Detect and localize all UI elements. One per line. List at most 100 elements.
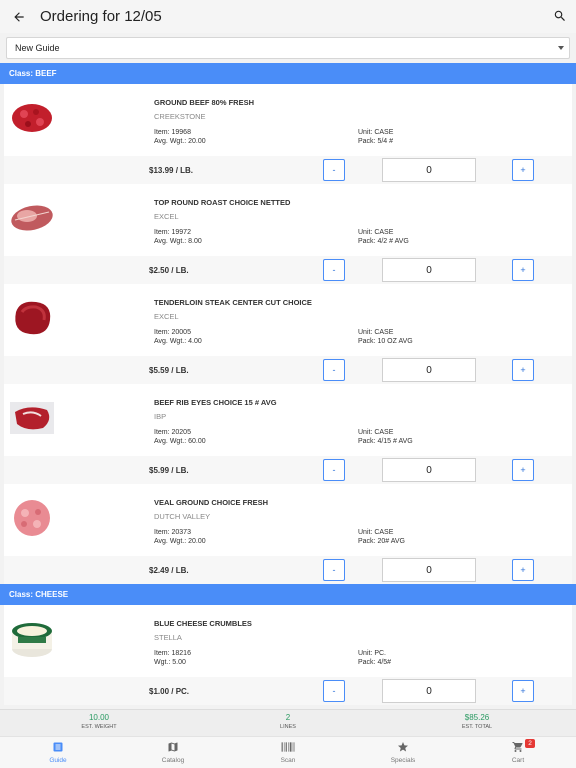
product-card: BEEF RIB EYES CHOICE 15 # AVG IBP Item: … <box>4 384 572 484</box>
product-item-number: Item: 20373 <box>154 529 191 536</box>
summary-label: LINES <box>280 724 296 730</box>
product-brand: IBP <box>154 412 167 421</box>
product-pack: Pack: 5/4 # <box>358 138 394 145</box>
product-info[interactable]: VEAL GROUND CHOICE FRESH DUTCH VALLEY It… <box>4 484 572 556</box>
product-image <box>7 98 57 138</box>
bottom-tab-bar: Guide Catalog Scan Specials 2 Cart <box>0 736 576 768</box>
product-item-number: Item: 19968 <box>154 129 191 136</box>
product-weight: Wgt.: 5.00 <box>154 659 186 666</box>
product-price: $5.59 / LB. <box>149 366 189 375</box>
product-card: TOP ROUND ROAST CHOICE NETTED EXCEL Item… <box>4 184 572 284</box>
product-info[interactable]: TENDERLOIN STEAK CENTER CUT CHOICE EXCEL… <box>4 284 572 356</box>
quantity-bar: $13.99 / LB. - 0 + <box>4 156 572 184</box>
tab-scan[interactable]: Scan <box>238 740 338 764</box>
quantity-input[interactable]: 0 <box>382 679 476 703</box>
tab-label: Catalog <box>161 757 185 764</box>
increment-button[interactable]: + <box>512 459 534 481</box>
search-button[interactable] <box>550 6 570 26</box>
catalog-icon <box>168 742 178 752</box>
quantity-bar: $1.00 / PC. - 0 + <box>4 677 572 705</box>
product-card: VEAL GROUND CHOICE FRESH DUTCH VALLEY It… <box>4 484 572 584</box>
quantity-input[interactable]: 0 <box>382 458 476 482</box>
quantity-input[interactable]: 0 <box>382 358 476 382</box>
increment-button[interactable]: + <box>512 159 534 181</box>
summary-value: 2 <box>285 713 291 722</box>
chevron-down-icon <box>558 46 564 50</box>
guide-select-value: New Guide <box>15 43 60 53</box>
cart-badge: 2 <box>525 739 535 748</box>
product-brand: EXCEL <box>154 212 179 221</box>
cart-icon <box>512 742 523 752</box>
product-pack: Pack: 4/2 # AVG <box>358 238 409 245</box>
class-label: Class: CHEESE <box>9 590 69 599</box>
guide-select[interactable]: New Guide <box>6 37 570 59</box>
product-info[interactable]: TOP ROUND ROAST CHOICE NETTED EXCEL Item… <box>4 184 572 256</box>
product-name: GROUND BEEF 80% FRESH <box>154 98 255 107</box>
product-name: BEEF RIB EYES CHOICE 15 # AVG <box>154 398 277 407</box>
tab-catalog[interactable]: Catalog <box>123 740 223 764</box>
product-price: $13.99 / LB. <box>149 166 194 175</box>
product-unit: Unit: PC. <box>358 650 387 657</box>
tab-specials[interactable]: Specials <box>353 740 453 764</box>
product-brand: CREEKSTONE <box>154 112 206 121</box>
product-weight: Avg. Wgt.: 20.00 <box>154 538 206 545</box>
product-name: BLUE CHEESE CRUMBLES <box>154 619 252 628</box>
product-card: TENDERLOIN STEAK CENTER CUT CHOICE EXCEL… <box>4 284 572 384</box>
product-item-number: Item: 20005 <box>154 329 191 336</box>
quantity-input[interactable]: 0 <box>382 158 476 182</box>
increment-button[interactable]: + <box>512 559 534 581</box>
summary-est-weight: 10.00 EST. WEIGHT <box>44 713 154 730</box>
star-icon <box>398 742 408 752</box>
product-unit: Unit: CASE <box>358 229 394 236</box>
product-item-number: Item: 20205 <box>154 429 191 436</box>
quantity-bar: $5.99 / LB. - 0 + <box>4 456 572 484</box>
product-price: $5.99 / LB. <box>149 466 189 475</box>
product-pack: Pack: 4/5# <box>358 659 392 666</box>
tab-guide[interactable]: Guide <box>8 740 108 764</box>
product-price: $2.50 / LB. <box>149 266 189 275</box>
product-price: $1.00 / PC. <box>149 687 190 696</box>
product-weight: Avg. Wgt.: 8.00 <box>154 238 202 245</box>
tab-label: Specials <box>390 757 416 764</box>
tab-cart[interactable]: 2 Cart <box>468 739 568 764</box>
product-unit: Unit: CASE <box>358 129 394 136</box>
product-name: TOP ROUND ROAST CHOICE NETTED <box>154 198 291 207</box>
product-brand: DUTCH VALLEY <box>154 512 211 521</box>
decrement-button[interactable]: - <box>323 559 345 581</box>
class-header: Class: CHEESE <box>0 584 576 605</box>
guide-icon <box>53 742 63 752</box>
increment-button[interactable]: + <box>512 259 534 281</box>
decrement-button[interactable]: - <box>323 359 345 381</box>
product-info[interactable]: GROUND BEEF 80% FRESH CREEKSTONE Item: 1… <box>4 84 572 156</box>
product-pack: Pack: 20# AVG <box>358 538 405 545</box>
product-item-number: Item: 18216 <box>154 650 191 657</box>
quantity-bar: $5.59 / LB. - 0 + <box>4 356 572 384</box>
decrement-button[interactable]: - <box>323 680 345 702</box>
page-title: Ordering for 12/05 <box>40 8 162 25</box>
product-info[interactable]: BEEF RIB EYES CHOICE 15 # AVG IBP Item: … <box>4 384 572 456</box>
decrement-button[interactable]: - <box>323 259 345 281</box>
search-icon <box>554 10 565 21</box>
decrement-button[interactable]: - <box>323 459 345 481</box>
product-card: BLUE CHEESE CRUMBLES STELLA Item: 18216 … <box>4 605 572 705</box>
product-image <box>7 498 57 538</box>
product-unit: Unit: CASE <box>358 429 394 436</box>
quantity-bar: $2.50 / LB. - 0 + <box>4 256 572 284</box>
product-image <box>7 619 57 659</box>
class-label: Class: BEEF <box>9 69 57 78</box>
quantity-input[interactable]: 0 <box>382 558 476 582</box>
quantity-input[interactable]: 0 <box>382 258 476 282</box>
increment-button[interactable]: + <box>512 680 534 702</box>
increment-button[interactable]: + <box>512 359 534 381</box>
product-brand: EXCEL <box>154 312 179 321</box>
product-weight: Avg. Wgt.: 60.00 <box>154 438 206 445</box>
summary-value: $85.26 <box>464 713 490 722</box>
product-pack: Pack: 10 OZ AVG <box>358 338 413 345</box>
order-summary: 10.00 EST. WEIGHT 2 LINES $85.26 EST. TO… <box>0 709 576 736</box>
product-info[interactable]: BLUE CHEESE CRUMBLES STELLA Item: 18216 … <box>4 605 572 677</box>
quantity-bar: $2.49 / LB. - 0 + <box>4 556 572 584</box>
barcode-icon <box>281 742 295 752</box>
back-button[interactable] <box>1 0 37 33</box>
decrement-button[interactable]: - <box>323 159 345 181</box>
product-list[interactable]: Class: BEEF GROUND BEEF 80% FRESH CREEKS… <box>0 63 576 709</box>
